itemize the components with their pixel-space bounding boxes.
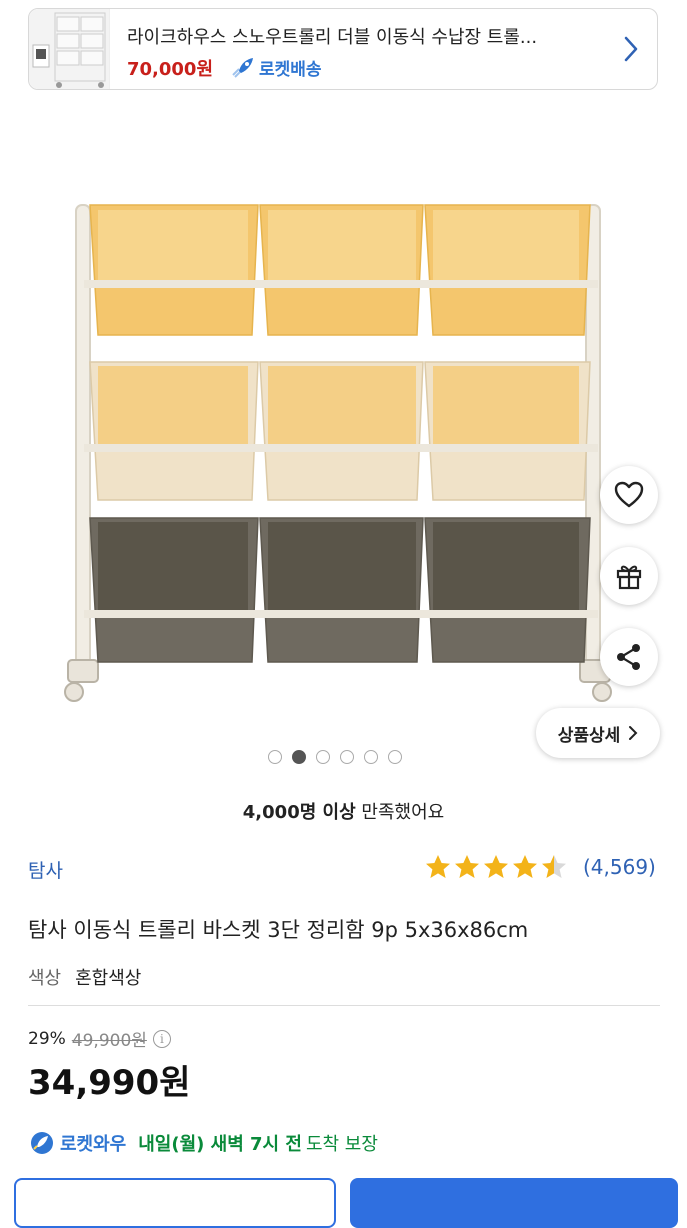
chevron-right-icon[interactable] <box>623 35 639 63</box>
recommended-product-title: 라이크하우스 스노우트롤리 더블 이동식 수납장 트롤... <box>127 27 538 48</box>
rocket-delivery-label: 로켓배송 <box>259 60 322 80</box>
buy-now-button[interactable] <box>350 1178 678 1228</box>
option-row: 색상 혼합색상 <box>28 964 141 990</box>
product-title: 탐사 이동식 트롤리 바스켓 3단 정리함 9p 5x36x86cm <box>28 918 529 942</box>
carousel-dot[interactable] <box>388 750 402 764</box>
option-label: 색상 <box>28 968 62 989</box>
add-to-cart-button[interactable] <box>14 1178 336 1228</box>
gift-button[interactable] <box>600 547 658 605</box>
carousel-dot[interactable] <box>316 750 330 764</box>
carousel-dot[interactable] <box>268 750 282 764</box>
option-value: 혼합색상 <box>75 968 142 989</box>
satisfaction-text: 4,000명 이상 만족했어요 <box>0 798 687 824</box>
sale-price: 34,990원 <box>28 1063 191 1103</box>
carousel-dot[interactable] <box>340 750 354 764</box>
rocket-icon <box>232 57 253 78</box>
recommended-product-thumbnail <box>29 9 110 89</box>
star-rating-icon <box>426 855 566 878</box>
product-detail-button[interactable]: 상품상세 <box>536 708 660 758</box>
delivery-date: 내일(월) 새벽 7시 전 <box>138 1134 302 1155</box>
rocket-delivery-badge: 로켓배송 <box>229 55 322 80</box>
gift-icon <box>616 565 642 590</box>
recommended-product-price: 70,000원 <box>127 59 214 80</box>
delivery-guarantee: 도착 보장 <box>305 1134 378 1155</box>
recommended-product-banner[interactable]: 라이크하우스 스노우트롤리 더블 이동식 수납장 트롤... 70,000원 로… <box>28 8 658 90</box>
brand-link[interactable]: 탐사 <box>28 856 63 883</box>
delivery-info: 로켓와우 내일(월) 새벽 7시 전 도착 보장 <box>28 1130 378 1156</box>
rating-summary[interactable]: (4,569) <box>424 852 656 882</box>
share-icon <box>617 644 640 670</box>
share-button[interactable] <box>600 628 658 686</box>
carousel-indicator[interactable] <box>268 750 402 764</box>
product-main-image[interactable] <box>40 170 640 730</box>
wishlist-button[interactable] <box>600 466 658 524</box>
product-detail-label: 상품상세 <box>557 725 621 746</box>
divider <box>28 1005 660 1006</box>
carousel-dot[interactable] <box>364 750 378 764</box>
satisfaction-suffix: 만족했어요 <box>355 802 445 823</box>
original-price: 49,900원 <box>71 1031 147 1051</box>
rocket-wow-label: 로켓와우 <box>60 1134 127 1155</box>
info-icon[interactable]: i <box>152 1029 171 1048</box>
discount-row: 29% 49,900원 i <box>28 1026 171 1051</box>
rocket-wow-icon <box>31 1132 53 1154</box>
discount-percent: 29% <box>28 1028 66 1049</box>
satisfaction-count: 4,000명 이상 <box>242 802 356 823</box>
review-count[interactable]: (4,569) <box>583 855 656 879</box>
carousel-dot-active[interactable] <box>292 750 306 764</box>
chevron-right-icon <box>629 726 638 740</box>
heart-icon <box>614 481 644 508</box>
